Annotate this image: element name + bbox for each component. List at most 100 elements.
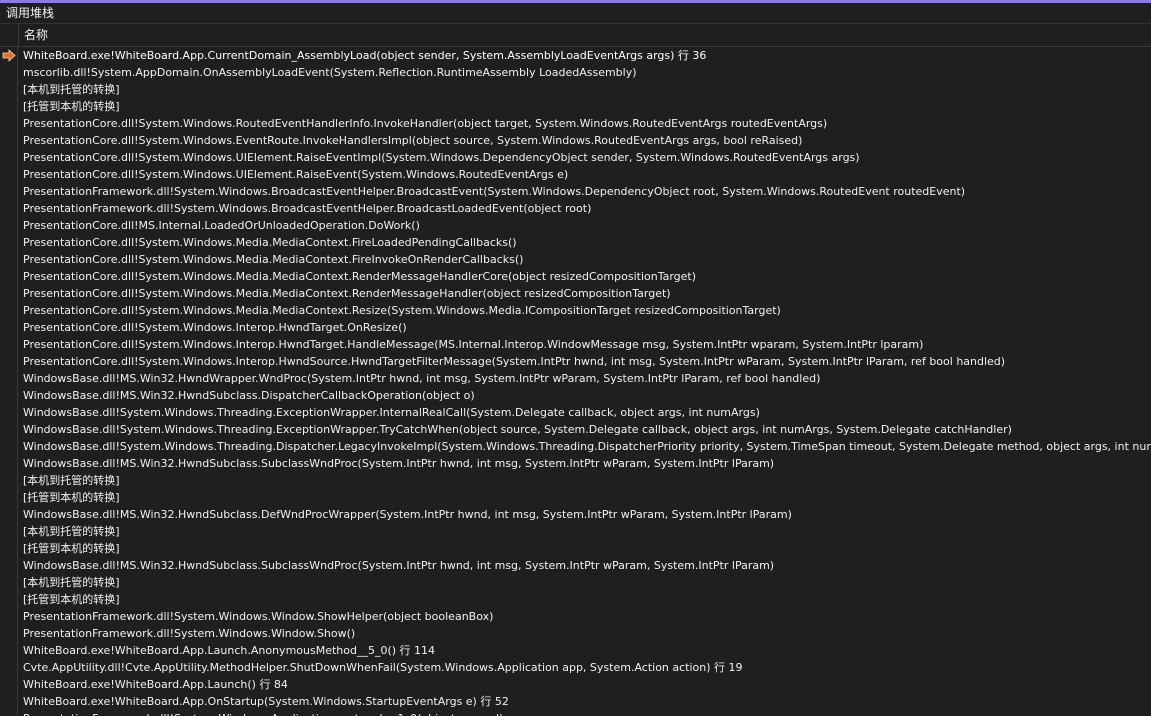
frame-label: WhiteBoard.exe!WhiteBoard.App.Launch.Ano… xyxy=(23,644,436,657)
frame-label: PresentationCore.dll!MS.Internal.LoadedO… xyxy=(23,219,420,232)
frame-gutter xyxy=(0,251,18,268)
frame-label: PresentationCore.dll!System.Windows.UIEl… xyxy=(23,168,569,181)
stack-frame-row[interactable]: [本机到托管的转换] xyxy=(0,81,1151,98)
frame-label: WindowsBase.dll!MS.Win32.HwndSubclass.Su… xyxy=(23,457,775,470)
frame-gutter xyxy=(0,523,18,540)
stack-frame-row[interactable]: PresentationCore.dll!System.Windows.Inte… xyxy=(0,336,1151,353)
stack-frame-row[interactable]: PresentationCore.dll!MS.Internal.LoadedO… xyxy=(0,217,1151,234)
stack-frame-row[interactable]: [托管到本机的转换] xyxy=(0,489,1151,506)
stack-frame-row[interactable]: [托管到本机的转换] xyxy=(0,591,1151,608)
stack-frame-row[interactable]: PresentationCore.dll!System.Windows.UIEl… xyxy=(0,166,1151,183)
frame-label: PresentationFramework.dll!System.Windows… xyxy=(23,711,503,716)
frame-gutter xyxy=(0,370,18,387)
frame-label: [托管到本机的转换] xyxy=(23,100,120,113)
frame-label: [本机到托管的转换] xyxy=(23,576,120,589)
stack-frame-row[interactable]: [托管到本机的转换] xyxy=(0,98,1151,115)
stack-frame-row[interactable]: WindowsBase.dll!System.Windows.Threading… xyxy=(0,421,1151,438)
frame-label: PresentationCore.dll!System.Windows.Inte… xyxy=(23,355,1006,368)
stack-frame-row[interactable]: PresentationFramework.dll!System.Windows… xyxy=(0,608,1151,625)
stack-frame-list: WhiteBoard.exe!WhiteBoard.App.CurrentDom… xyxy=(0,47,1151,716)
frame-gutter xyxy=(0,506,18,523)
stack-frame-row[interactable]: [托管到本机的转换] xyxy=(0,540,1151,557)
frame-label: WindowsBase.dll!MS.Win32.HwndSubclass.Su… xyxy=(23,559,775,572)
frame-gutter xyxy=(0,353,18,370)
column-header-name[interactable]: 名称 xyxy=(24,28,48,42)
frame-gutter xyxy=(0,642,18,659)
frame-gutter xyxy=(0,489,18,506)
frame-gutter xyxy=(0,149,18,166)
frame-gutter xyxy=(0,217,18,234)
frame-label: PresentationFramework.dll!System.Windows… xyxy=(23,185,966,198)
frame-gutter xyxy=(0,540,18,557)
frame-label: WhiteBoard.exe!WhiteBoard.App.CurrentDom… xyxy=(23,49,707,62)
stack-frame-row[interactable]: PresentationCore.dll!System.Windows.Inte… xyxy=(0,319,1151,336)
stack-frame-row[interactable]: [本机到托管的转换] xyxy=(0,574,1151,591)
frame-gutter xyxy=(0,302,18,319)
stack-frame-row[interactable]: PresentationCore.dll!System.Windows.Medi… xyxy=(0,234,1151,251)
stack-frame-row[interactable]: PresentationCore.dll!System.Windows.Even… xyxy=(0,132,1151,149)
frame-gutter xyxy=(0,64,18,81)
stack-frame-row[interactable]: WhiteBoard.exe!WhiteBoard.App.OnStartup(… xyxy=(0,693,1151,710)
stack-frame-row[interactable]: PresentationCore.dll!System.Windows.Medi… xyxy=(0,268,1151,285)
frame-label: PresentationCore.dll!System.Windows.Even… xyxy=(23,134,803,147)
frame-label: PresentationFramework.dll!System.Windows… xyxy=(23,202,592,215)
frame-gutter xyxy=(0,387,18,404)
frame-label: [托管到本机的转换] xyxy=(23,542,120,555)
stack-frame-row[interactable]: PresentationCore.dll!System.Windows.Medi… xyxy=(0,251,1151,268)
frame-gutter xyxy=(0,47,18,64)
stack-frame-row[interactable]: PresentationFramework.dll!System.Windows… xyxy=(0,625,1151,642)
stack-frame-row[interactable]: PresentationFramework.dll!System.Windows… xyxy=(0,183,1151,200)
stack-frame-row[interactable]: WhiteBoard.exe!WhiteBoard.App.Launch.Ano… xyxy=(0,642,1151,659)
frame-gutter xyxy=(0,557,18,574)
stack-frame-row[interactable]: PresentationFramework.dll!System.Windows… xyxy=(0,710,1151,716)
frame-gutter xyxy=(0,710,18,716)
stack-frame-row-current[interactable]: WhiteBoard.exe!WhiteBoard.App.CurrentDom… xyxy=(0,47,1151,64)
frame-label: PresentationCore.dll!System.Windows.Inte… xyxy=(23,338,924,351)
stack-frame-row[interactable]: [本机到托管的转换] xyxy=(0,472,1151,489)
frame-gutter xyxy=(0,115,18,132)
stack-frame-row[interactable]: WindowsBase.dll!MS.Win32.HwndSubclass.Di… xyxy=(0,387,1151,404)
frame-label: WindowsBase.dll!System.Windows.Threading… xyxy=(23,423,1012,436)
frame-label: WindowsBase.dll!MS.Win32.HwndSubclass.De… xyxy=(23,508,792,521)
frame-label: mscorlib.dll!System.AppDomain.OnAssembly… xyxy=(23,66,637,79)
frame-label: WindowsBase.dll!MS.Win32.HwndSubclass.Di… xyxy=(23,389,475,402)
frame-gutter xyxy=(0,438,18,455)
frame-label: WhiteBoard.exe!WhiteBoard.App.Launch() 行… xyxy=(23,678,288,691)
stack-frame-row[interactable]: [本机到托管的转换] xyxy=(0,523,1151,540)
stack-frame-row[interactable]: PresentationCore.dll!System.Windows.Inte… xyxy=(0,353,1151,370)
stack-frame-row[interactable]: PresentationCore.dll!System.Windows.UIEl… xyxy=(0,149,1151,166)
frame-label: [本机到托管的转换] xyxy=(23,525,120,538)
frame-gutter xyxy=(0,166,18,183)
stack-frame-row[interactable]: PresentationCore.dll!System.Windows.Medi… xyxy=(0,285,1151,302)
panel-title: 调用堆栈 xyxy=(6,6,55,20)
frame-gutter xyxy=(0,132,18,149)
frame-gutter xyxy=(0,421,18,438)
frame-label: [本机到托管的转换] xyxy=(23,474,120,487)
stack-frame-row[interactable]: WindowsBase.dll!MS.Win32.HwndSubclass.Su… xyxy=(0,455,1151,472)
frame-label: WindowsBase.dll!MS.Win32.HwndWrapper.Wnd… xyxy=(23,372,821,385)
frame-label: PresentationCore.dll!System.Windows.Medi… xyxy=(23,287,671,300)
stack-frame-row[interactable]: WindowsBase.dll!MS.Win32.HwndSubclass.De… xyxy=(0,506,1151,523)
frame-gutter xyxy=(0,319,18,336)
stack-frame-row[interactable]: mscorlib.dll!System.AppDomain.OnAssembly… xyxy=(0,64,1151,81)
stack-frame-row[interactable]: WindowsBase.dll!System.Windows.Threading… xyxy=(0,438,1151,455)
stack-frame-row[interactable]: WindowsBase.dll!MS.Win32.HwndWrapper.Wnd… xyxy=(0,370,1151,387)
stack-frame-row[interactable]: PresentationFramework.dll!System.Windows… xyxy=(0,200,1151,217)
frame-gutter xyxy=(0,404,18,421)
stack-frame-row[interactable]: PresentationCore.dll!System.Windows.Rout… xyxy=(0,115,1151,132)
frame-gutter xyxy=(0,608,18,625)
stack-frame-row[interactable]: PresentationCore.dll!System.Windows.Medi… xyxy=(0,302,1151,319)
stack-frame-row[interactable]: WhiteBoard.exe!WhiteBoard.App.Launch() 行… xyxy=(0,676,1151,693)
frame-label: PresentationCore.dll!System.Windows.Medi… xyxy=(23,304,781,317)
frame-gutter xyxy=(0,659,18,676)
frame-gutter xyxy=(0,574,18,591)
stack-frame-row[interactable]: WindowsBase.dll!System.Windows.Threading… xyxy=(0,404,1151,421)
stack-frame-row[interactable]: WindowsBase.dll!MS.Win32.HwndSubclass.Su… xyxy=(0,557,1151,574)
frame-gutter xyxy=(0,455,18,472)
frame-label: WindowsBase.dll!System.Windows.Threading… xyxy=(23,440,1151,453)
stack-frame-row[interactable]: Cvte.AppUtility.dll!Cvte.AppUtility.Meth… xyxy=(0,659,1151,676)
current-frame-arrow-icon xyxy=(2,49,16,62)
panel-title-bar[interactable]: 调用堆栈 xyxy=(0,3,1151,24)
frame-label: PresentationCore.dll!System.Windows.Medi… xyxy=(23,253,524,266)
frame-label: PresentationCore.dll!System.Windows.Inte… xyxy=(23,321,407,334)
